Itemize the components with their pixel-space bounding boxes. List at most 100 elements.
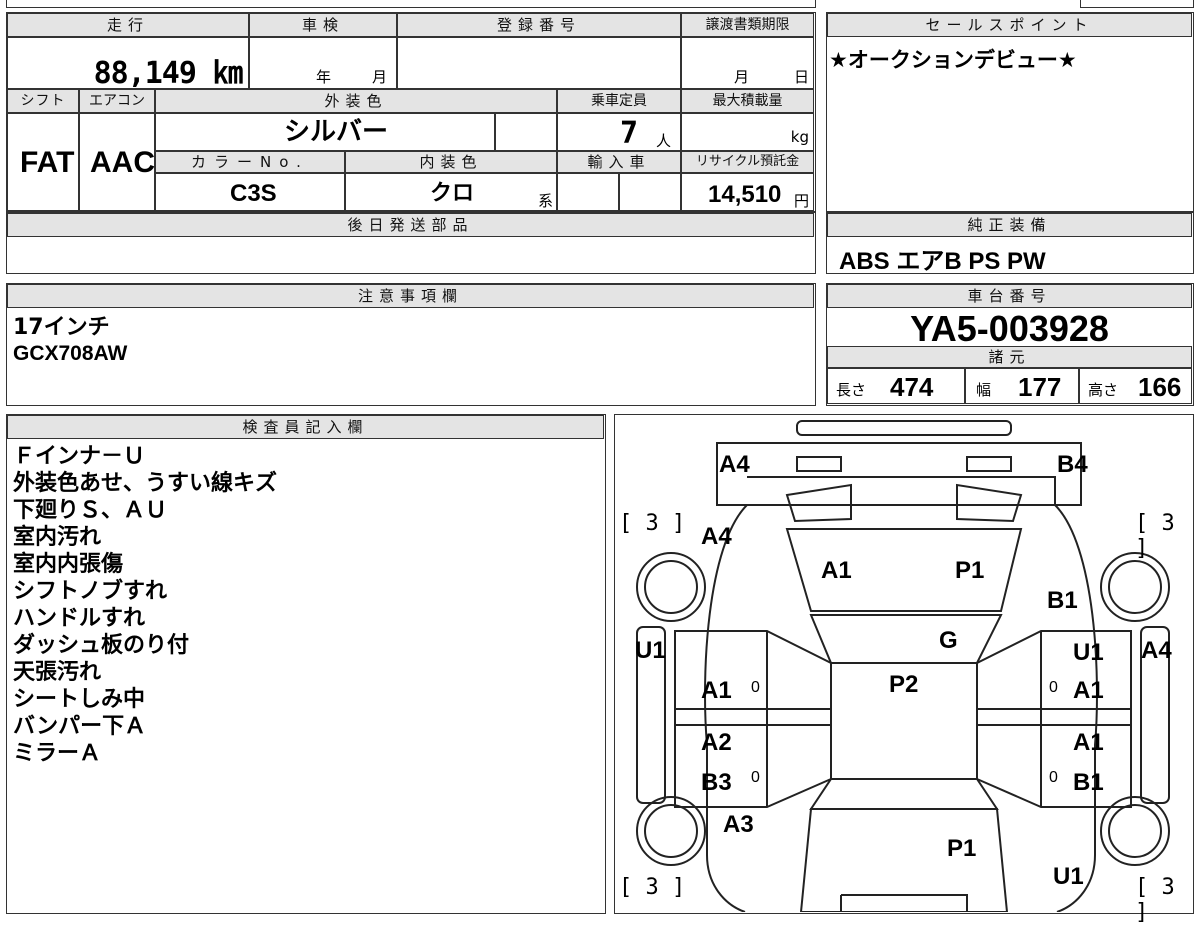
damage-rear-left-door: B3 bbox=[701, 769, 732, 796]
damage-front-right-bumper: B4 bbox=[1057, 451, 1088, 478]
later-parts-header: 後日発送部品 bbox=[7, 213, 814, 237]
factory-equipment-header: 純正装備 bbox=[827, 213, 1192, 237]
inspection-header: 車検 bbox=[249, 13, 397, 37]
factory-equipment-box: 純正装備 ABS エアB PS PW bbox=[826, 212, 1194, 275]
damage-right-pillar: U1 bbox=[1073, 639, 1104, 666]
chassis-header: 車台番号 bbox=[827, 284, 1192, 308]
inspector-line-12: ミラーＡ bbox=[13, 741, 102, 766]
capacity-unit: 人 bbox=[656, 132, 672, 150]
max-load-unit: kg bbox=[790, 128, 809, 146]
shift-cell: FAT bbox=[7, 113, 79, 211]
interior-color-value: クロ bbox=[430, 181, 475, 206]
inspector-line-11: バンパー下Ａ bbox=[13, 714, 147, 739]
length-cell: 長さ 474 bbox=[827, 368, 965, 404]
capacity-cell: 7 人 bbox=[557, 113, 681, 151]
inspection-cell: 年 月 bbox=[249, 37, 397, 89]
inspection-year-unit: 年 bbox=[316, 68, 332, 86]
inspector-line-3: 下廻りＳ、ＡＵ bbox=[13, 498, 168, 523]
recycle-header: リサイクル預託金 bbox=[681, 151, 814, 173]
color-no-value: C3S bbox=[230, 180, 277, 207]
height-label: 高さ bbox=[1088, 381, 1119, 399]
inspector-line-1: Ｆインナ－Ｕ bbox=[13, 444, 146, 469]
deadline-day-unit: 日 bbox=[794, 68, 810, 86]
inspector-line-2: 外装色あせ、うすい線キズ bbox=[13, 471, 278, 496]
car-outline-diagram bbox=[636, 420, 1170, 912]
damage-diagram-box: [ 3 ] [ 3 ] [ 3 ] [ 3 ] A4 B4 A4 A1 P1 B… bbox=[614, 414, 1194, 925]
recycle-cell: 14,510 円 bbox=[681, 173, 814, 211]
tire-bl-rating: [ 3 ] bbox=[619, 875, 686, 900]
exterior-color-cell: シルバー bbox=[155, 113, 495, 151]
mileage-header: 走行 bbox=[7, 13, 249, 37]
length-value: 474 bbox=[890, 372, 934, 402]
inspector-line-4: 室内汚れ bbox=[13, 525, 102, 550]
chassis-value: YA5-003928 bbox=[910, 308, 1109, 349]
inspector-line-10: シートしみ中 bbox=[13, 687, 146, 712]
tire-br-rating: [ 3 ] bbox=[1135, 875, 1175, 925]
damage-zero-r1: 0 bbox=[1049, 679, 1058, 696]
inspector-line-6: シフトノブすれ bbox=[13, 579, 168, 604]
width-cell: 幅 177 bbox=[965, 368, 1079, 404]
damage-rear-right-door: B1 bbox=[1073, 769, 1104, 796]
notes-header: 注意事項欄 bbox=[7, 284, 814, 308]
capacity-header: 乗車定員 bbox=[557, 89, 681, 113]
shift-value: FAT bbox=[20, 146, 75, 179]
damage-left-fender: A4 bbox=[701, 523, 732, 550]
color-no-cell: C3S bbox=[155, 173, 345, 211]
chassis-box: 車台番号 YA5-003928 諸元 長さ 474 幅 177 高さ 166 bbox=[826, 283, 1194, 406]
height-cell: 高さ 166 bbox=[1079, 368, 1192, 404]
inspector-line-7: ハンドルすれ bbox=[13, 606, 146, 631]
inspector-line-5: 室内内張傷 bbox=[13, 552, 124, 577]
later-parts-box: 後日発送部品 bbox=[6, 212, 816, 274]
damage-tailgate: P1 bbox=[947, 835, 977, 862]
inspector-line-9: 天張汚れ bbox=[13, 660, 102, 685]
damage-hood-right: P1 bbox=[955, 557, 985, 584]
damage-left-rocker: U1 bbox=[635, 637, 666, 664]
height-value: 166 bbox=[1138, 372, 1182, 402]
length-label: 長さ bbox=[836, 381, 867, 399]
interior-suffix: 系 bbox=[538, 192, 554, 210]
damage-rear-left-door-top: A2 bbox=[701, 729, 732, 756]
notes-line-1: 17インチ bbox=[13, 315, 110, 340]
import-cell-a bbox=[557, 173, 619, 211]
import-header: 輸入車 bbox=[557, 151, 681, 173]
aircon-value: AAC bbox=[90, 146, 155, 179]
damage-right-side-far: A4 bbox=[1141, 637, 1172, 664]
registration-cell bbox=[397, 37, 681, 89]
damage-zero-l1: 0 bbox=[751, 679, 760, 696]
damage-zero-l2: 0 bbox=[751, 769, 760, 786]
inspection-month-unit: 月 bbox=[372, 68, 388, 86]
inspector-box: 検査員記入欄 Ｆインナ－Ｕ 外装色あせ、うすい線キズ 下廻りＳ、ＡＵ 室内汚れ … bbox=[6, 414, 606, 914]
width-value: 177 bbox=[1018, 372, 1062, 402]
shift-header: シフト bbox=[7, 89, 79, 113]
damage-front-right-door: A1 bbox=[1073, 677, 1104, 704]
aircon-cell: AAC bbox=[79, 113, 155, 211]
recycle-value: 14,510 bbox=[708, 181, 782, 208]
exterior-color-value: シルバー bbox=[284, 117, 389, 147]
max-load-header: 最大積載量 bbox=[681, 89, 814, 113]
aircon-header: エアコン bbox=[79, 89, 155, 113]
registration-header: 登録番号 bbox=[397, 13, 681, 37]
width-label: 幅 bbox=[976, 381, 992, 399]
damage-right-fender: B1 bbox=[1047, 587, 1078, 614]
damage-rear-right-door-top: A1 bbox=[1073, 729, 1104, 756]
damage-front-left-bumper: A4 bbox=[719, 451, 750, 478]
exterior-color-header: 外装色 bbox=[155, 89, 557, 113]
top-cutoff-strip bbox=[6, 0, 816, 8]
top-cutoff-strip-right bbox=[1080, 0, 1194, 8]
sales-point-header: セールスポイント bbox=[827, 13, 1192, 37]
damage-rear-bumper-right: U1 bbox=[1053, 863, 1084, 890]
exterior-color-extra-cell bbox=[495, 113, 557, 151]
deadline-month-unit: 月 bbox=[734, 68, 750, 86]
tire-tr-rating: [ 3 ] bbox=[1135, 511, 1175, 561]
damage-zero-r2: 0 bbox=[1049, 769, 1058, 786]
interior-color-cell: クロ 系 bbox=[345, 173, 557, 211]
tire-tl-rating: [ 3 ] bbox=[619, 511, 686, 536]
deadline-header: 譲渡書類期限 bbox=[681, 13, 814, 37]
mileage-value: 88,149 ㎞ bbox=[93, 56, 243, 91]
deadline-cell: 月 日 bbox=[681, 37, 814, 89]
interior-color-header: 内装色 bbox=[345, 151, 557, 173]
import-cell-b bbox=[619, 173, 681, 211]
damage-roof: P2 bbox=[889, 671, 919, 698]
mileage-cell: 88,149 ㎞ bbox=[7, 37, 249, 91]
specs-header: 諸元 bbox=[827, 346, 1192, 368]
